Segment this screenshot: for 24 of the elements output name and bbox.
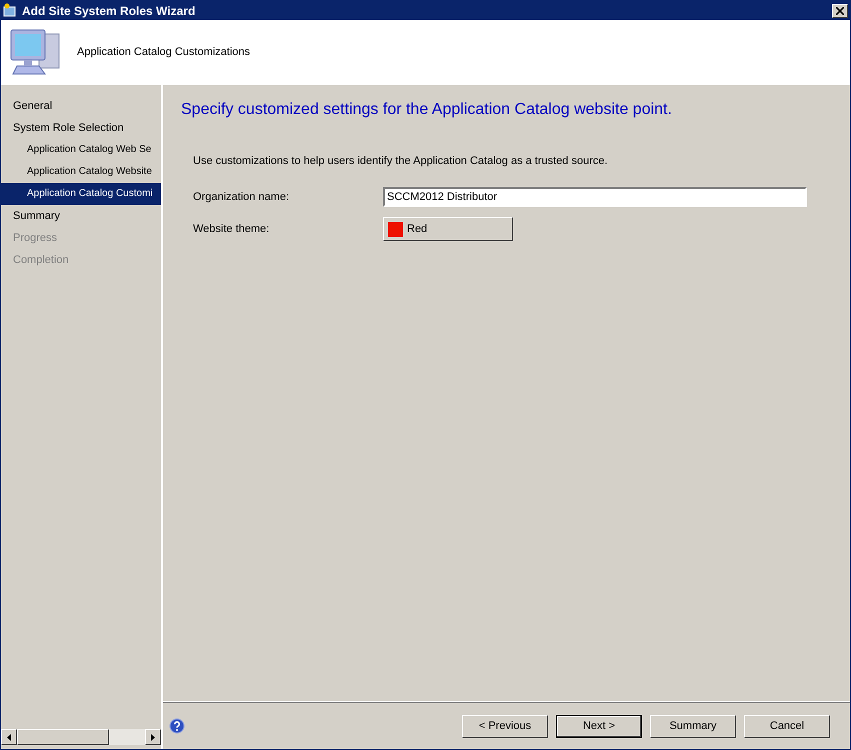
right-arrow-icon: [151, 734, 155, 740]
theme-button[interactable]: Red: [383, 217, 513, 241]
page-heading: Specify customized settings for the Application Catalog website point.: [181, 101, 673, 119]
sidebar-item[interactable]: Summary: [1, 205, 161, 227]
close-button[interactable]: [832, 4, 848, 18]
sidebar-item[interactable]: Application Catalog Customi: [1, 183, 161, 205]
window-title: Add Site System Roles Wizard: [22, 4, 196, 18]
help-icon[interactable]: [169, 718, 185, 734]
wizard-button[interactable]: < Previous: [462, 714, 548, 738]
organization-name-field[interactable]: SCCM2012 Distributor: [383, 187, 807, 207]
sidebar-item[interactable]: Application Catalog Website: [1, 161, 161, 183]
left-arrow-icon: [7, 734, 11, 740]
wizard-button[interactable]: Cancel: [744, 714, 830, 738]
header-title: Application Catalog Customizations: [77, 46, 250, 58]
sidebar-item[interactable]: System Role Selection: [1, 117, 161, 139]
wizard-button[interactable]: Summary: [650, 714, 736, 738]
close-icon: [836, 6, 844, 14]
horizontal-scrollbar[interactable]: [1, 729, 161, 745]
sidebar-item[interactable]: General: [1, 95, 161, 117]
sidebar-item[interactable]: Application Catalog Web Se: [1, 139, 161, 161]
field-label: Website theme:: [193, 223, 270, 235]
field-label: Organization name:: [193, 191, 290, 203]
wizard-button[interactable]: Next >: [556, 714, 642, 738]
description-text: Use customizations to help users identify the Application Catalog as a trusted source.: [192, 155, 609, 167]
